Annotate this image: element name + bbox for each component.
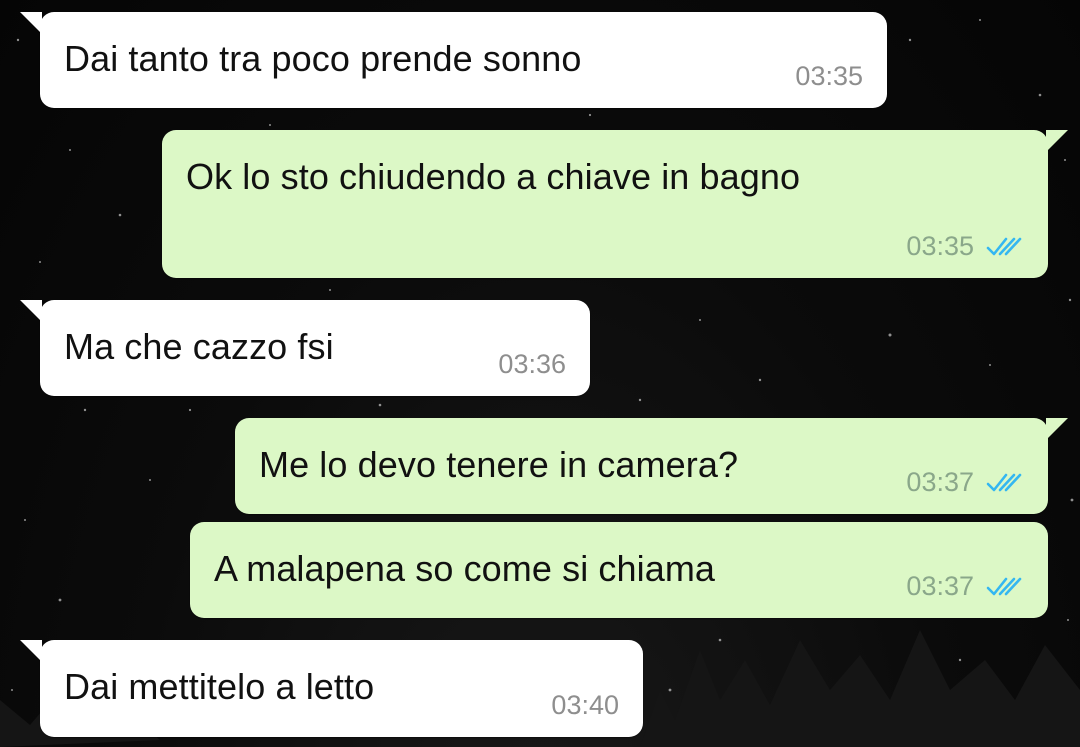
bubble-tail [20, 300, 42, 322]
double-check-read-icon [986, 473, 1022, 491]
message-meta: 03:37 [906, 467, 1024, 498]
message-bubble-outgoing[interactable]: Me lo devo tenere in camera? 03:37 [235, 418, 1068, 514]
bubble-tail [1046, 130, 1068, 152]
double-check-read-icon [986, 237, 1022, 255]
message-time: 03:36 [498, 349, 566, 379]
double-check-read-icon [986, 577, 1022, 595]
message-text: Dai mettitelo a letto [64, 666, 375, 707]
message-time: 03:35 [795, 61, 863, 91]
message-time: 03:35 [906, 231, 974, 261]
message-meta: 03:37 [906, 571, 1024, 602]
message-time: 03:40 [551, 690, 619, 720]
message-time: 03:37 [906, 467, 974, 497]
message-meta: 03:36 [498, 349, 566, 380]
message-bubble-incoming[interactable]: Dai tanto tra poco prende sonno 03:35 [20, 12, 887, 108]
bubble-tail [20, 12, 42, 34]
message-meta: 03:35 [795, 61, 863, 92]
message-bubble-incoming[interactable]: Ma che cazzo fsi 03:36 [20, 300, 590, 396]
message-text: Me lo devo tenere in camera? [259, 444, 739, 485]
message-bubble-outgoing[interactable]: Ok lo sto chiudendo a chiave in bagno 03… [162, 130, 1068, 278]
message-meta: 03:35 [906, 231, 1024, 262]
message-bubble-incoming[interactable]: Dai mettitelo a letto 03:40 [20, 640, 643, 737]
bubble-tail [1046, 418, 1068, 440]
message-time: 03:37 [906, 571, 974, 601]
message-text: Ma che cazzo fsi [64, 326, 334, 367]
bubble-tail [20, 640, 42, 662]
message-meta: 03:40 [551, 690, 619, 721]
message-text: A malapena so come si chiama [214, 548, 716, 589]
message-bubble-outgoing[interactable]: A malapena so come si chiama 03:37 [190, 522, 1048, 618]
message-text: Ok lo sto chiudendo a chiave in bagno [186, 156, 801, 197]
message-text: Dai tanto tra poco prende sonno [64, 38, 582, 79]
